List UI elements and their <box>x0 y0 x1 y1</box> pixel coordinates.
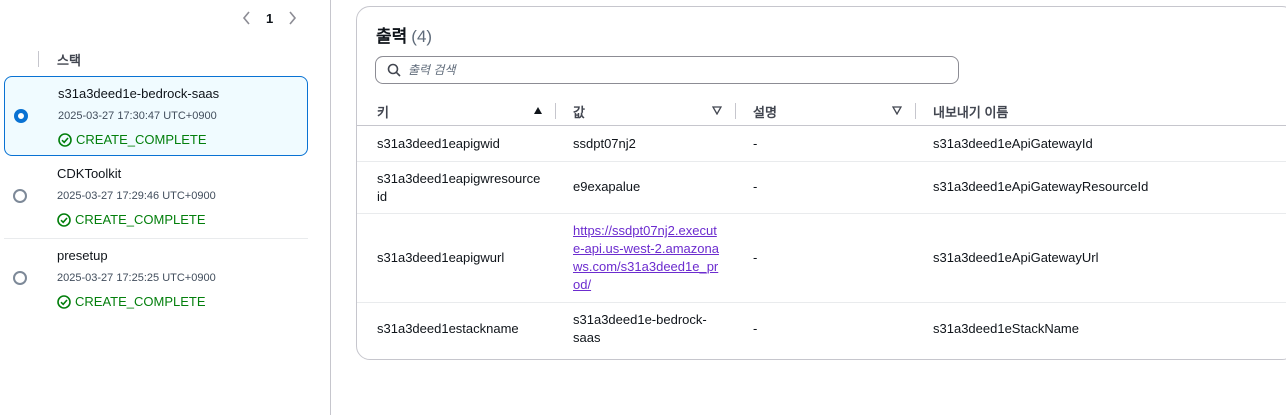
output-export-name: s31a3deed1eApiGatewayId <box>933 136 1093 151</box>
current-page-number[interactable]: 1 <box>266 11 273 26</box>
stack-item[interactable]: CDKToolkit 2025-03-27 17:29:46 UTC+0900 … <box>4 157 308 237</box>
stack-status-label: CREATE_COMPLETE <box>75 294 206 309</box>
output-key: s31a3deed1eapigwurl <box>377 250 505 265</box>
search-icon <box>387 63 401 77</box>
output-value: ssdpt07nj2 <box>573 136 636 151</box>
outputs-table-header: 키 값 설명 내보내기 이름 <box>357 96 1286 126</box>
outputs-title: 출력 (4) <box>376 22 432 47</box>
chevron-right-icon <box>289 11 297 25</box>
output-value: e9exapalue <box>573 179 641 194</box>
outputs-title-text: 출력 <box>376 27 408 46</box>
stack-radio[interactable] <box>13 271 27 285</box>
table-row: s31a3deed1eapigwresource id e9exapalue -… <box>357 162 1286 214</box>
output-key: s31a3deed1estackname <box>377 321 519 336</box>
stack-status: CREATE_COMPLETE <box>57 294 206 309</box>
output-export-name: s31a3deed1eStackName <box>933 321 1079 336</box>
output-export-name: s31a3deed1eApiGatewayUrl <box>933 250 1099 265</box>
pagination: 1 <box>240 8 299 28</box>
stack-timestamp: 2025-03-27 17:30:47 UTC+0900 <box>58 110 217 122</box>
output-key: s31a3deed1eapigwresource id <box>377 171 541 204</box>
output-export-name: s31a3deed1eApiGatewayResourceId <box>933 179 1149 194</box>
output-description: - <box>753 321 758 336</box>
column-header-export-name[interactable]: 내보내기 이름 <box>933 102 1008 121</box>
table-row: s31a3deed1eapigwurl https://ssdpt07nj2.e… <box>357 214 1286 303</box>
stack-name: s31a3deed1e-bedrock-saas <box>58 86 220 101</box>
table-row: s31a3deed1eapigwid ssdpt07nj2 - s31a3dee… <box>357 126 1286 162</box>
sort-icon[interactable] <box>712 105 722 115</box>
stack-item[interactable]: presetup 2025-03-27 17:25:25 UTC+0900 CR… <box>4 239 308 319</box>
table-row: s31a3deed1estackname s31a3deed1e-bedrock… <box>357 303 1286 355</box>
check-circle-icon <box>57 212 71 227</box>
stacks-column-label: 스택 <box>57 53 81 68</box>
panel-divider[interactable] <box>330 0 331 415</box>
search-input[interactable] <box>408 60 948 80</box>
sort-icon[interactable] <box>892 105 902 115</box>
stack-item[interactable]: s31a3deed1e-bedrock-saas 2025-03-27 17:3… <box>4 76 308 156</box>
column-header-key[interactable]: 키 <box>377 102 389 121</box>
output-description: - <box>753 179 758 194</box>
stacks-panel: 1 스택 s31a3deed1e-bedrock-saas 2025-03-27… <box>0 0 330 415</box>
stack-timestamp: 2025-03-27 17:29:46 UTC+0900 <box>57 190 216 202</box>
outputs-container: 출력(4) 키 값 설명 내보내기 이름 s31a3deed1eapigwid … <box>356 6 1286 360</box>
output-description: - <box>753 250 758 265</box>
column-divider <box>915 103 916 119</box>
stack-name: presetup <box>57 248 108 263</box>
column-divider <box>555 103 556 119</box>
output-key: s31a3deed1eapigwid <box>377 136 500 151</box>
output-value: s31a3deed1e-bedrock-saas <box>573 312 707 345</box>
check-circle-icon <box>57 294 71 309</box>
previous-page-button[interactable] <box>240 9 254 27</box>
stack-status-label: CREATE_COMPLETE <box>75 212 206 227</box>
stack-status: CREATE_COMPLETE <box>57 212 206 227</box>
stack-status-label: CREATE_COMPLETE <box>76 132 207 147</box>
chevron-left-icon <box>242 11 250 25</box>
stack-radio-selected[interactable] <box>14 109 28 123</box>
column-header-value[interactable]: 값 <box>573 102 585 121</box>
column-header-description[interactable]: 설명 <box>753 102 777 121</box>
outputs-search[interactable] <box>375 56 959 84</box>
output-description: - <box>753 136 758 151</box>
stack-timestamp: 2025-03-27 17:25:25 UTC+0900 <box>57 272 216 284</box>
stack-status: CREATE_COMPLETE <box>58 132 207 147</box>
stacks-column-header: 스택 <box>0 48 310 70</box>
check-circle-icon <box>58 132 72 147</box>
stack-radio[interactable] <box>13 189 27 203</box>
stack-name: CDKToolkit <box>57 166 122 181</box>
column-divider <box>38 51 39 67</box>
next-page-button[interactable] <box>285 9 299 27</box>
column-divider <box>735 103 736 119</box>
outputs-count: (4) <box>411 27 433 46</box>
output-value-link[interactable]: https://ssdpt07nj2.execute-api.us-west-2… <box>573 222 723 294</box>
sort-ascending-icon[interactable] <box>533 105 543 115</box>
